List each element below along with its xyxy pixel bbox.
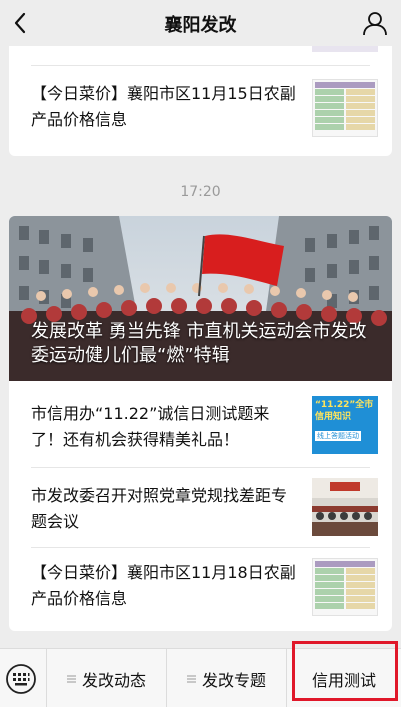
- price-table-thumbnail: [312, 558, 378, 616]
- page-title: 襄阳发改: [164, 15, 237, 36]
- tab-fagai-zhuanti[interactable]: 发改专题: [167, 649, 286, 707]
- meeting-room-photo: [312, 478, 378, 536]
- thumbnail-subtext: 线上答题活动: [315, 431, 361, 441]
- article-headline: 【今日菜价】襄阳市区11月15日农副产品价格信息: [31, 84, 296, 129]
- chat-header: 襄阳发改: [0, 0, 401, 46]
- article-item-price-1115[interactable]: 【今日菜价】襄阳市区11月15日农副产品价格信息: [9, 65, 392, 156]
- tab-label: 发改专题: [201, 670, 266, 690]
- tab-fagai-dongtai[interactable]: 发改动态: [47, 649, 166, 707]
- article-card-previous: 【今日菜价】襄阳市区11月15日农副产品价格信息: [9, 46, 392, 156]
- article-card-group: 发展改革 勇当先锋 市直机关运动会市发改委运动健儿们最“燃”特辑 市信用办“11…: [9, 216, 392, 631]
- price-table-thumbnail: [312, 79, 378, 137]
- menu-lines-icon: [186, 675, 196, 682]
- credit-quiz-thumbnail: “11.22”全市信用知识 线上答题活动: [312, 396, 378, 454]
- thumbnail-edge: [312, 46, 378, 52]
- article-item-meeting[interactable]: 市发改委召开对照党章党规找差距专题会议: [9, 468, 392, 548]
- tab-label: 发改动态: [81, 670, 146, 690]
- article-headline: 市发改委召开对照党章党规找差距专题会议: [31, 486, 288, 531]
- cover-caption: 发展改革 勇当先锋 市直机关运动会市发改委运动健儿们最“燃”特辑: [31, 321, 367, 366]
- timestamp: 17:20: [180, 184, 221, 200]
- article-item-credit-test[interactable]: 市信用办“11.22”诚信日测试题来了！还有机会获得精美礼品！ “11.22”全…: [9, 381, 392, 467]
- menu-lines-icon: [66, 675, 76, 682]
- cover-article[interactable]: 发展改革 勇当先锋 市直机关运动会市发改委运动健儿们最“燃”特辑: [9, 216, 392, 381]
- highlight-annotation-box: [292, 641, 398, 701]
- article-item-price-1118[interactable]: 【今日菜价】襄阳市区11月18日农副产品价格信息: [9, 548, 392, 631]
- keyboard-icon[interactable]: [4, 662, 38, 696]
- article-headline: 市信用办“11.22”诚信日测试题来了！还有机会获得精美礼品！: [31, 404, 270, 449]
- profile-icon[interactable]: [361, 9, 389, 37]
- article-headline: 【今日菜价】襄阳市区11月18日农副产品价格信息: [31, 563, 296, 608]
- thumbnail-text: “11.22”全市信用知识: [315, 400, 374, 422]
